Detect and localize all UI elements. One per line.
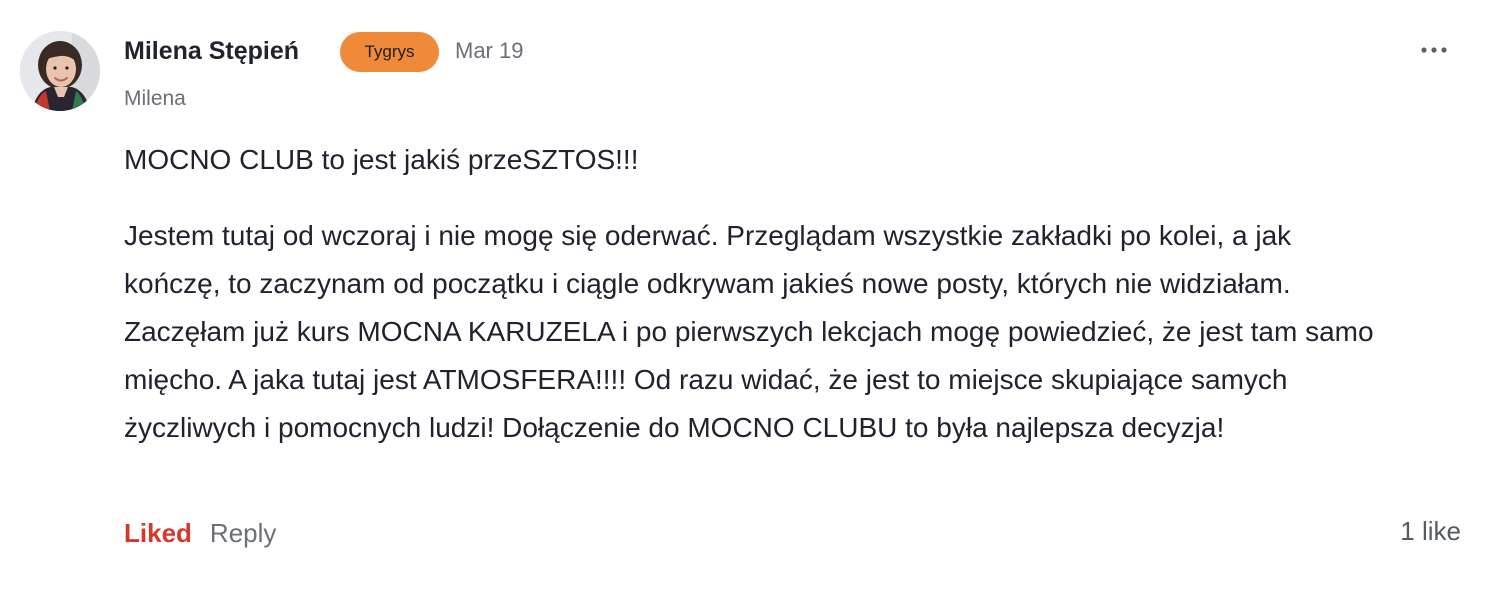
user-badge[interactable]: Tygrys <box>340 32 439 72</box>
avatar[interactable] <box>20 31 100 111</box>
more-horizontal-icon <box>1421 47 1447 53</box>
comment-paragraph: MOCNO CLUB to jest jakiś przeSZTOS!!! <box>124 144 639 175</box>
avatar-image <box>20 31 100 111</box>
post-date[interactable]: Mar 19 <box>455 33 523 69</box>
comment-card: Milena Stępień Tygrys Mar 19 Milena MOCN… <box>0 0 1506 590</box>
liked-button[interactable]: Liked <box>124 515 192 551</box>
author-username: Milena <box>124 87 186 110</box>
comment-body: MOCNO CLUB to jest jakiś przeSZTOS!!! Je… <box>124 136 1384 452</box>
reply-button[interactable]: Reply <box>210 515 276 551</box>
author-name[interactable]: Milena Stępień <box>124 33 299 69</box>
comment-paragraph: Jestem tutaj od wczoraj i nie mogę się o… <box>124 220 1374 443</box>
like-count[interactable]: 1 like <box>1400 513 1461 549</box>
comment-actions: Liked Reply <box>124 515 276 551</box>
more-options-button[interactable] <box>1414 34 1454 66</box>
